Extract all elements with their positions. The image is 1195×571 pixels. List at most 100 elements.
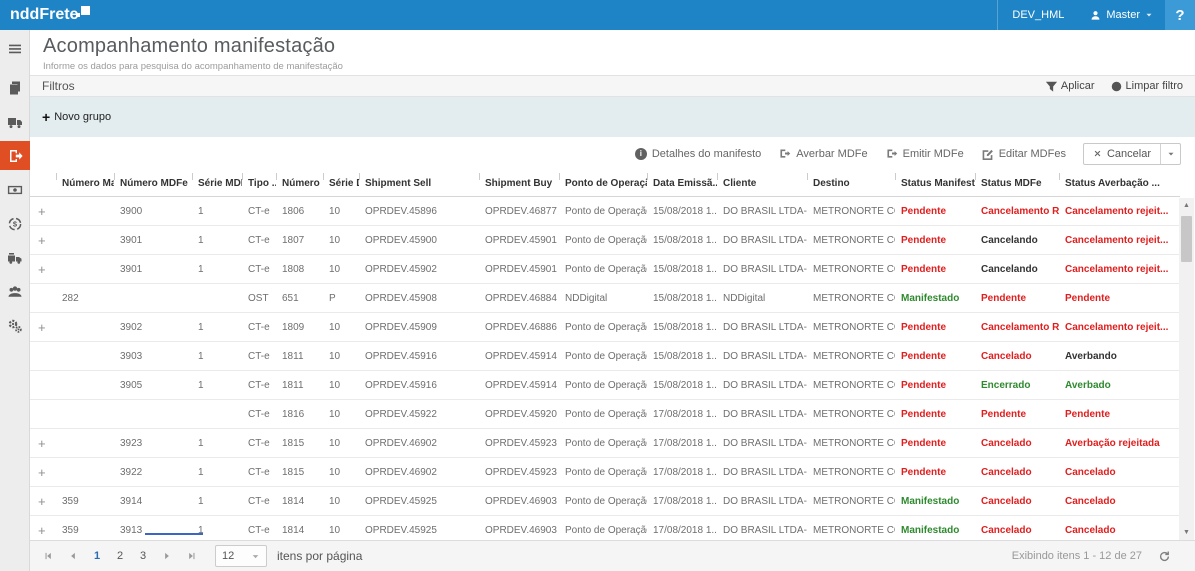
column-header-cliente[interactable]: Cliente bbox=[717, 170, 807, 197]
expand-row-button[interactable]: + bbox=[30, 487, 56, 516]
cell-serie_d: 10 bbox=[323, 458, 359, 487]
expand-row-button[interactable]: + bbox=[30, 255, 56, 284]
table-row[interactable]: CT-e181610OPRDEV.45922OPRDEV.45920Ponto … bbox=[30, 400, 1180, 429]
cell-status_manifesto: Pendente bbox=[895, 255, 975, 284]
averbar-mdfe-button[interactable]: Averbar MDFe bbox=[778, 147, 867, 160]
plus-icon: + bbox=[42, 109, 50, 125]
column-header-destino[interactable]: Destino bbox=[807, 170, 895, 197]
cell-tipo: CT-e bbox=[242, 429, 276, 458]
cell-shipment_buy: OPRDEV.45923 bbox=[479, 429, 559, 458]
table-row[interactable]: +39011CT-e180810OPRDEV.45902OPRDEV.45901… bbox=[30, 255, 1180, 284]
table-row[interactable]: 39051CT-e181110OPRDEV.45916OPRDEV.45914P… bbox=[30, 371, 1180, 400]
expand-row-button[interactable]: + bbox=[30, 197, 56, 226]
table-row[interactable]: 282OST651POPRDEV.45908OPRDEV.46884NDDigi… bbox=[30, 284, 1180, 313]
column-header-shipment_sell[interactable]: Shipment Sell bbox=[359, 170, 479, 197]
table-row[interactable]: +39011CT-e180710OPRDEV.45900OPRDEV.45901… bbox=[30, 226, 1180, 255]
clear-filter-button[interactable]: Limpar filtro bbox=[1111, 80, 1183, 92]
table-row[interactable]: +39231CT-e181510OPRDEV.46902OPRDEV.45923… bbox=[30, 429, 1180, 458]
cell-shipment_buy: OPRDEV.45901 bbox=[479, 226, 559, 255]
table-row[interactable]: +39221CT-e181510OPRDEV.46902OPRDEV.45923… bbox=[30, 458, 1180, 487]
vertical-scrollbar[interactable]: ▲ ▼ bbox=[1179, 198, 1194, 540]
page-number-3[interactable]: 3 bbox=[136, 550, 150, 562]
cell-numero_mdfe: 3903 bbox=[114, 342, 192, 371]
apply-filter-button[interactable]: Aplicar bbox=[1046, 80, 1095, 92]
refresh-button[interactable] bbox=[1158, 550, 1171, 563]
table-row[interactable]: +35939131CT-e181410OPRDEV.45925OPRDEV.46… bbox=[30, 516, 1180, 541]
user-name: Master bbox=[1106, 9, 1140, 21]
cell-serie_mdfe: 1 bbox=[192, 342, 242, 371]
user-menu[interactable]: Master bbox=[1078, 0, 1165, 30]
column-header-numero_manifesto[interactable]: Número Mani... bbox=[56, 170, 114, 197]
truck-icon[interactable] bbox=[0, 107, 30, 136]
cancel-dropdown-button[interactable] bbox=[1160, 144, 1180, 164]
page-number-1[interactable]: 1 bbox=[90, 550, 104, 562]
expand-row-button[interactable]: + bbox=[30, 458, 56, 487]
manifest-details-button[interactable]: i Detalhes do manifesto bbox=[635, 148, 761, 160]
last-page-button[interactable] bbox=[184, 551, 199, 561]
close-icon bbox=[1093, 149, 1102, 158]
cell-ponto_operacao: Ponto de Operação ... bbox=[559, 371, 647, 400]
app-window: nddFrete DEV_HML Master ? bbox=[0, 0, 1195, 571]
sidebar: $ bbox=[0, 30, 30, 571]
next-page-button[interactable] bbox=[159, 551, 174, 561]
gears-icon[interactable] bbox=[0, 311, 30, 340]
scroll-down-arrow[interactable]: ▼ bbox=[1179, 525, 1194, 540]
column-header-data_emissao[interactable]: Data Emissã... bbox=[647, 170, 717, 197]
cell-shipment_sell: OPRDEV.45902 bbox=[359, 255, 479, 284]
documents-icon[interactable] bbox=[0, 73, 30, 102]
new-group-button[interactable]: + Novo grupo bbox=[42, 109, 111, 125]
first-page-button[interactable] bbox=[40, 551, 55, 561]
page-number-2[interactable]: 2 bbox=[113, 550, 127, 562]
cell-data_emissao: 15/08/2018 1... bbox=[647, 284, 717, 313]
column-header-serie_d[interactable]: Série D... bbox=[323, 170, 359, 197]
menu-icon[interactable] bbox=[0, 34, 30, 63]
expand-row-button[interactable]: + bbox=[30, 429, 56, 458]
cell-numero: 1815 bbox=[276, 458, 323, 487]
users-icon[interactable] bbox=[0, 277, 30, 306]
page-title: Acompanhamento manifestação bbox=[43, 35, 1195, 58]
cell-serie_mdfe: 1 bbox=[192, 458, 242, 487]
cell-serie_d: 10 bbox=[323, 226, 359, 255]
table-row[interactable]: +39021CT-e180910OPRDEV.45909OPRDEV.46886… bbox=[30, 313, 1180, 342]
column-header-serie_mdfe[interactable]: Série MDFe bbox=[192, 170, 242, 197]
scrollbar-thumb[interactable] bbox=[1181, 216, 1192, 262]
cancel-button[interactable]: Cancelar bbox=[1084, 144, 1160, 164]
cell-numero_manifesto bbox=[56, 371, 114, 400]
column-header-numero[interactable]: Número ... bbox=[276, 170, 323, 197]
banknote-icon[interactable] bbox=[0, 175, 30, 204]
column-header-status_averbacao[interactable]: Status Averbação ... bbox=[1059, 170, 1180, 197]
help-button[interactable]: ? bbox=[1165, 0, 1195, 30]
column-header-tipo[interactable]: Tipo ... bbox=[242, 170, 276, 197]
currency-exchange-icon[interactable]: $ bbox=[0, 209, 30, 238]
expand-row-button[interactable]: + bbox=[30, 313, 56, 342]
table-row[interactable]: 39031CT-e181110OPRDEV.45916OPRDEV.45914P… bbox=[30, 342, 1180, 371]
table-row[interactable]: +39001CT-e180610OPRDEV.45896OPRDEV.46877… bbox=[30, 197, 1180, 226]
table-row[interactable]: +35939141CT-e181410OPRDEV.45925OPRDEV.46… bbox=[30, 487, 1180, 516]
cell-ponto_operacao: Ponto de Operação ... bbox=[559, 400, 647, 429]
scroll-up-arrow[interactable]: ▲ bbox=[1179, 198, 1194, 213]
manifest-export-icon[interactable] bbox=[0, 141, 30, 170]
cell-numero_manifesto bbox=[56, 458, 114, 487]
column-header-status_manifesto[interactable]: Status Manifesto bbox=[895, 170, 975, 197]
app-logo[interactable]: nddFrete bbox=[0, 0, 90, 30]
cell-serie_d: 10 bbox=[323, 487, 359, 516]
column-header-ponto_operacao[interactable]: Ponto de Operação bbox=[559, 170, 647, 197]
column-header-status_mdfe[interactable]: Status MDFe bbox=[975, 170, 1059, 197]
cell-status_averbacao: Cancelamento rejeit... bbox=[1059, 255, 1180, 284]
previous-page-button[interactable] bbox=[65, 551, 80, 561]
expand-row-button[interactable]: + bbox=[30, 226, 56, 255]
expand-row-button[interactable]: + bbox=[30, 516, 56, 541]
page-size-select[interactable]: 12 bbox=[215, 545, 267, 567]
cell-tipo: CT-e bbox=[242, 487, 276, 516]
page-header: Acompanhamento manifestação Informe os d… bbox=[30, 30, 1195, 75]
cell-status_manifesto: Pendente bbox=[895, 458, 975, 487]
chevron-down-icon bbox=[1145, 11, 1153, 19]
cell-numero_manifesto bbox=[56, 255, 114, 284]
editar-mdfes-button[interactable]: Editar MDFes bbox=[981, 147, 1066, 160]
delivery-truck-icon[interactable] bbox=[0, 243, 30, 272]
emitir-mdfe-button[interactable]: Emitir MDFe bbox=[885, 147, 964, 160]
cell-numero: 651 bbox=[276, 284, 323, 313]
column-header-numero_mdfe[interactable]: Número MDFe bbox=[114, 170, 192, 197]
cell-shipment_sell: OPRDEV.45925 bbox=[359, 487, 479, 516]
column-header-shipment_buy[interactable]: Shipment Buy bbox=[479, 170, 559, 197]
